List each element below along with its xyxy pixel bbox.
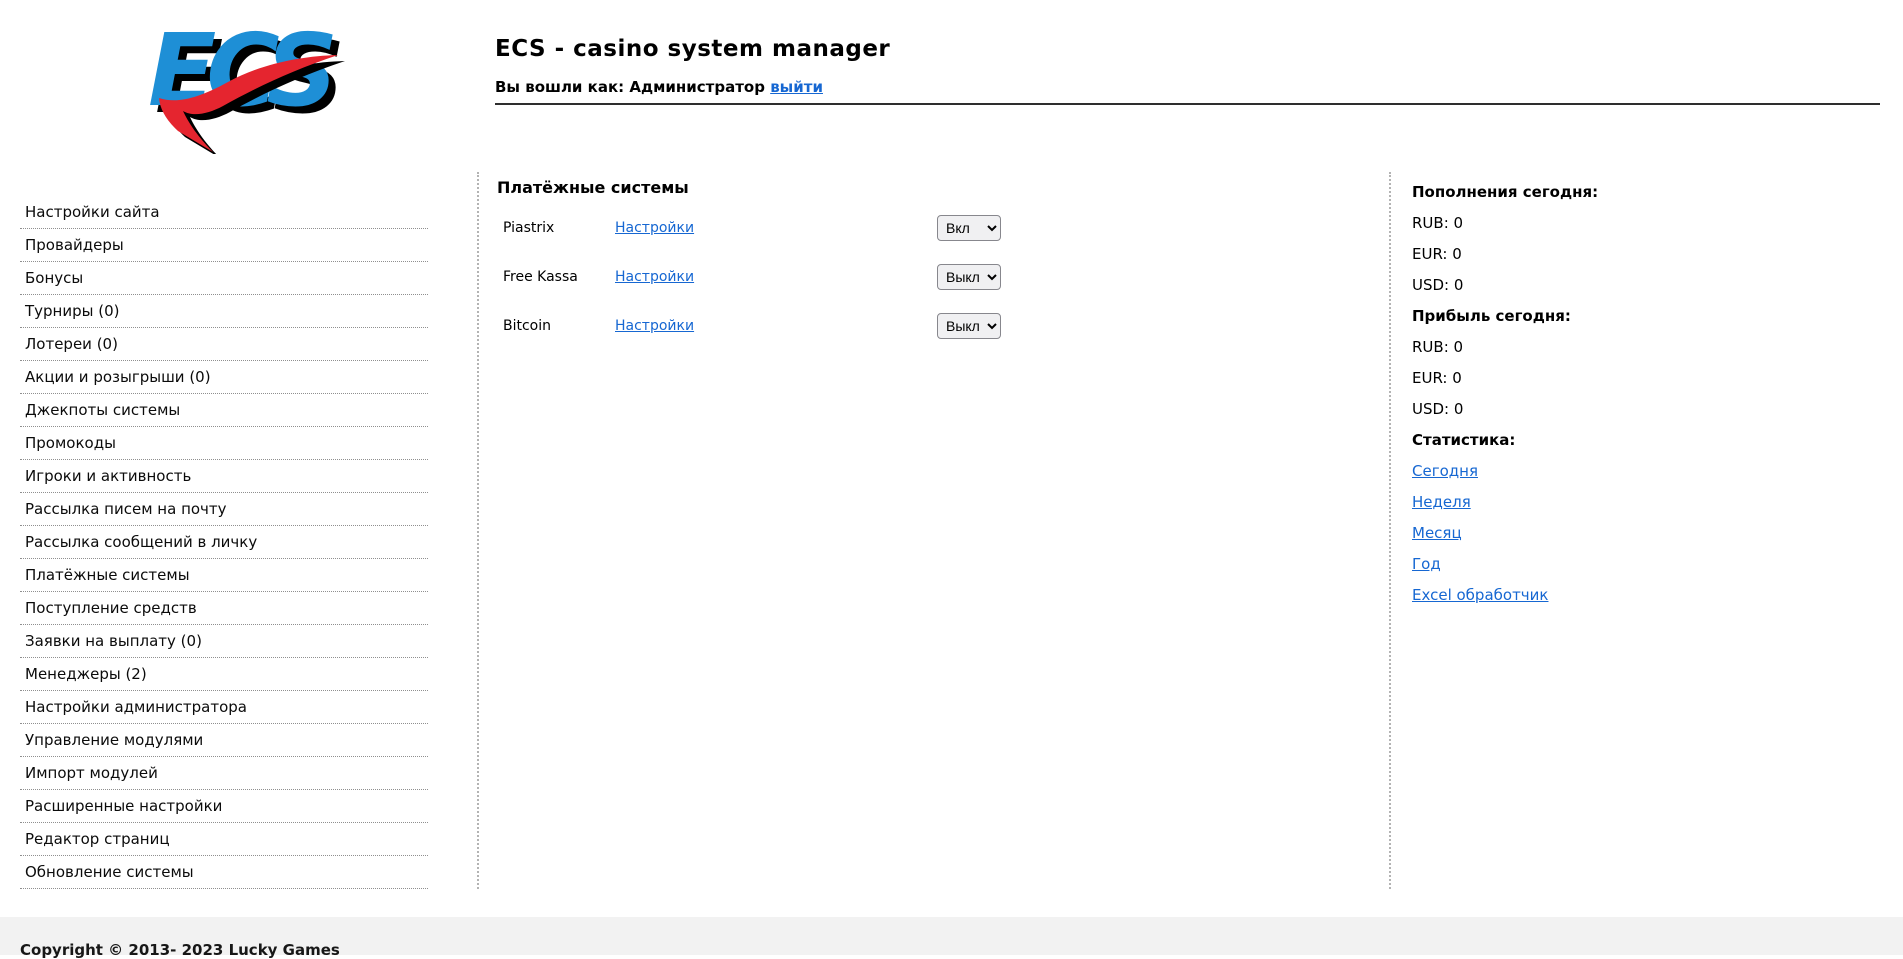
deposits-today-values: RUB: 0 EUR: 0 USD: 0 [1412, 215, 1712, 308]
payment-system-row: Bitcoin Настройки ВклВыкл [497, 313, 1357, 339]
logout-link[interactable]: выйти [770, 78, 823, 96]
payment-system-name: Free Kassa [503, 269, 578, 285]
deposit-value: USD: 0 [1412, 276, 1464, 294]
sidebar-menu-item[interactable]: Менеджеры (2) [20, 658, 428, 691]
sidebar-menu-item[interactable]: Управление модулями [20, 724, 428, 757]
sidebar-menu-item[interactable]: Промокоды [20, 427, 428, 460]
right-column-divider [1389, 172, 1391, 889]
sidebar-menu-item[interactable]: Джекпоты системы [20, 394, 428, 427]
sidebar-menu-item[interactable]: Расширенные настройки [20, 790, 428, 823]
payment-systems-panel: Платёжные системы Piastrix Настройки Вкл… [497, 178, 1357, 339]
statistics-link[interactable]: Сегодня [1412, 462, 1478, 480]
sidebar-menu-item[interactable]: Турниры (0) [20, 295, 428, 328]
profit-today-title: Прибыль сегодня: [1412, 307, 1571, 325]
payment-settings-link[interactable]: Настройки [615, 220, 694, 236]
deposit-value: EUR: 0 [1412, 245, 1462, 263]
sidebar-menu: Настройки сайта Провайдеры Бонусы Турнир… [20, 196, 428, 889]
sidebar-menu-item[interactable]: Поступление средств [20, 592, 428, 625]
payment-systems-list: Piastrix Настройки ВклВыкл Free Kassa На… [497, 215, 1357, 339]
profit-value: USD: 0 [1412, 400, 1464, 418]
payment-settings-link[interactable]: Настройки [615, 269, 694, 285]
payment-system-name: Piastrix [503, 220, 555, 236]
payment-status-select[interactable]: ВклВыкл [937, 264, 1001, 290]
statistics-link-row: Неделя [1412, 494, 1712, 525]
statistics-link[interactable]: Неделя [1412, 493, 1471, 511]
sidebar-menu-item[interactable]: Обновление системы [20, 856, 428, 889]
statistics-link-row: Excel обработчик [1412, 587, 1712, 618]
payment-systems-title: Платёжные системы [497, 178, 689, 197]
statistics-link[interactable]: Excel обработчик [1412, 586, 1548, 604]
payment-system-row: Piastrix Настройки ВклВыкл [497, 215, 1357, 241]
footer: Copyright © 2013- 2023 Lucky Games [0, 917, 1903, 959]
statistics-link[interactable]: Месяц [1412, 524, 1462, 542]
sidebar-menu-item[interactable]: Лотереи (0) [20, 328, 428, 361]
payment-status-select[interactable]: ВклВыкл [937, 215, 1001, 241]
sidebar-menu-item[interactable]: Настройки администратора [20, 691, 428, 724]
payment-system-name: Bitcoin [503, 318, 552, 334]
left-column-divider [477, 172, 479, 889]
copyright-text: Copyright © 2013- 2023 Lucky Games [20, 941, 340, 959]
profit-today-values: RUB: 0 EUR: 0 USD: 0 [1412, 339, 1712, 432]
payment-settings-link[interactable]: Настройки [615, 318, 694, 334]
header-divider [495, 103, 1880, 105]
sidebar-menu-item[interactable]: Рассылка писем на почту [20, 493, 428, 526]
sidebar-menu-item[interactable]: Настройки сайта [20, 196, 428, 229]
statistics-title: Статистика: [1412, 431, 1516, 449]
login-prefix: Вы вошли как: [495, 78, 625, 96]
sidebar-menu-item[interactable]: Провайдеры [20, 229, 428, 262]
sidebar-menu-item[interactable]: Бонусы [20, 262, 428, 295]
ecs-logo: ECS ECS [148, 12, 350, 154]
sidebar-menu-item[interactable]: Рассылка сообщений в личку [20, 526, 428, 559]
statistics-link-row: Сегодня [1412, 463, 1712, 494]
statistics-link[interactable]: Год [1412, 555, 1441, 573]
deposits-today-title: Пополнения сегодня: [1412, 183, 1599, 201]
sidebar-menu-item[interactable]: Импорт модулей [20, 757, 428, 790]
statistics-link-row: Год [1412, 556, 1712, 587]
login-user: Администратор [629, 78, 765, 96]
deposit-value: RUB: 0 [1412, 214, 1464, 232]
sidebar-menu-item[interactable]: Акции и розыгрыши (0) [20, 361, 428, 394]
sidebar-menu-item[interactable]: Игроки и активность [20, 460, 428, 493]
page-title: ECS - casino system manager [495, 36, 891, 62]
payment-status-select[interactable]: ВклВыкл [937, 313, 1001, 339]
payment-system-row: Free Kassa Настройки ВклВыкл [497, 264, 1357, 290]
stats-panel: Пополнения сегодня: RUB: 0 EUR: 0 USD: 0… [1412, 184, 1712, 618]
profit-value: RUB: 0 [1412, 338, 1464, 356]
login-status-line: Вы вошли как: Администратор выйти [495, 78, 890, 96]
statistics-link-row: Месяц [1412, 525, 1712, 556]
sidebar-menu-item[interactable]: Редактор страниц [20, 823, 428, 856]
sidebar-menu-item[interactable]: Платёжные системы [20, 559, 428, 592]
statistics-links: Сегодня Неделя Месяц Год Excel обработчи… [1412, 463, 1712, 618]
header: ECS - casino system manager Вы вошли как… [495, 36, 890, 96]
sidebar-menu-item[interactable]: Заявки на выплату (0) [20, 625, 428, 658]
profit-value: EUR: 0 [1412, 369, 1462, 387]
